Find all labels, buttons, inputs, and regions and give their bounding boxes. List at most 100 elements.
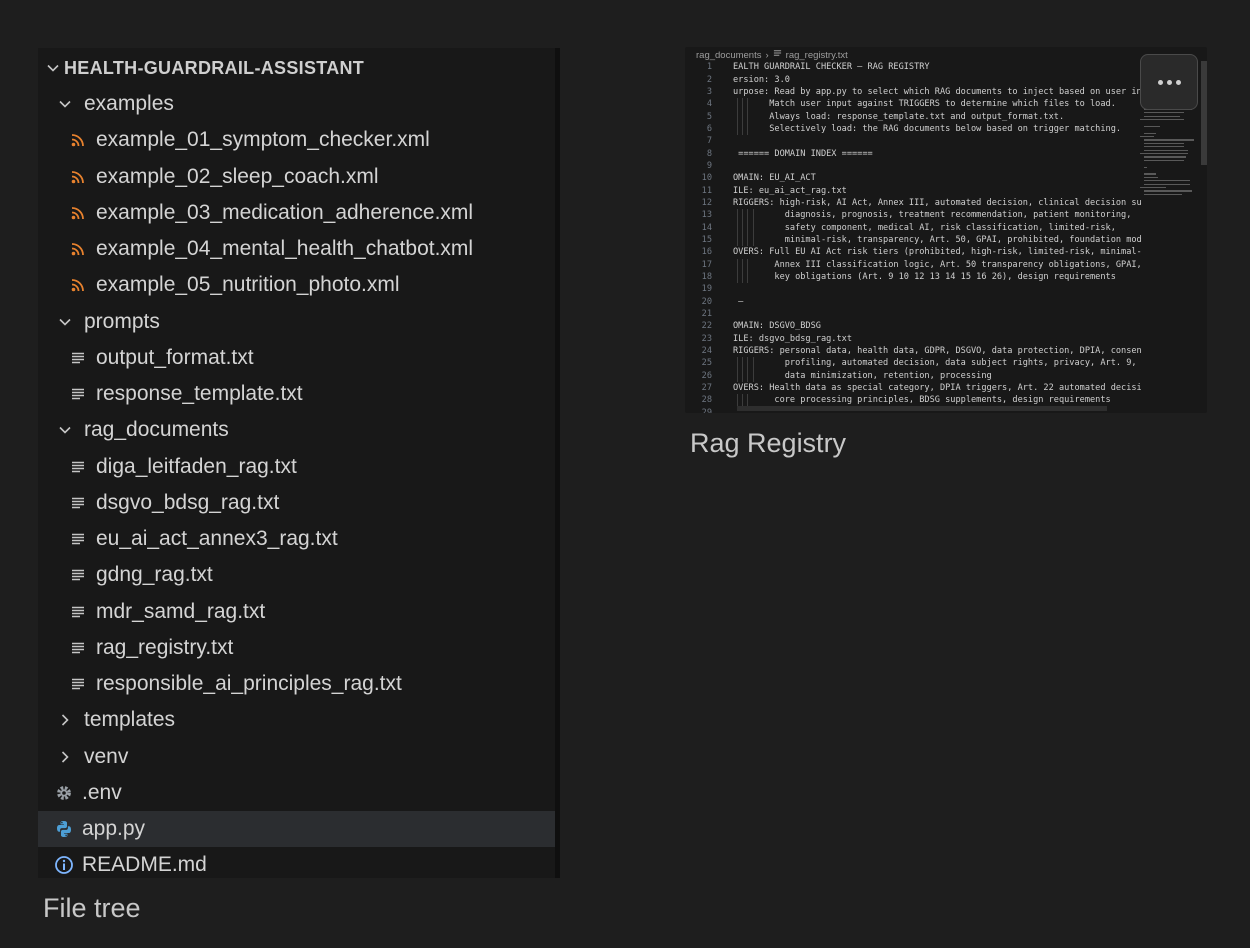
gear-icon <box>52 781 76 805</box>
explorer-root-header[interactable]: HEALTH-GUARDRAIL-ASSISTANT <box>38 50 555 86</box>
folder-prompts[interactable]: prompts <box>38 304 555 340</box>
line-text: RIGGERS: high-risk, AI Act, Annex III, a… <box>733 197 1141 208</box>
minimap-line <box>1144 159 1184 161</box>
code-line[interactable]: 10 OMAIN: EU_AI_ACT <box>685 172 1145 184</box>
code-line[interactable]: 5 Always load: response_template.txt and… <box>685 110 1145 123</box>
indent-guide <box>752 357 754 370</box>
file-example_05_nutrition_photo.xml[interactable]: example_05_nutrition_photo.xml <box>38 267 555 303</box>
code-editor[interactable]: 1 EALTH GUARDRAIL CHECKER — RAG REGISTRY 2… <box>685 61 1145 413</box>
chevron-down-icon[interactable] <box>54 96 76 112</box>
code-line[interactable]: 4 Match user input against TRIGGERS to d… <box>685 98 1145 111</box>
rss-xml-file-icon <box>66 165 90 189</box>
code-line[interactable]: 19 <box>685 283 1145 295</box>
file-responsible_ai_principles_rag.txt[interactable]: responsible_ai_principles_rag.txt <box>38 666 555 702</box>
line-text: key obligations (Art. 9 10 12 13 14 15 1… <box>733 272 1116 283</box>
file-eu_ai_act_annex3_rag.txt[interactable]: eu_ai_act_annex3_rag.txt <box>38 521 555 557</box>
line-number: 13 <box>701 210 712 221</box>
file-output_format.txt[interactable]: output_format.txt <box>38 340 555 376</box>
tree-item-label: gdng_rag.txt <box>96 563 213 587</box>
file-diga_leitfaden_rag.txt[interactable]: diga_leitfaden_rag.txt <box>38 449 555 485</box>
rag-registry-preview[interactable]: rag_documents › rag_registry.txt 1 EALTH … <box>685 47 1207 413</box>
code-line[interactable]: 2 ersion: 3.0 <box>685 73 1145 85</box>
breadcrumb-folder[interactable]: rag_documents <box>696 50 761 61</box>
code-line[interactable]: 9 <box>685 160 1145 172</box>
code-line[interactable]: 15 minimal-risk, transparency, Art. 50, … <box>685 233 1145 247</box>
chevron-down-icon[interactable] <box>42 60 64 76</box>
vertical-scrollbar[interactable] <box>1201 61 1207 165</box>
indent-guide <box>737 394 738 407</box>
line-text: ILE: dsgvo_bdsg_rag.txt <box>733 333 852 344</box>
file-.env[interactable]: .env <box>38 775 555 811</box>
line-text: diagnosis, prognosis, treatment recommen… <box>733 210 1132 221</box>
line-number: 3 <box>706 86 712 97</box>
code-line[interactable]: 22 OMAIN: DSGVO_BDSG <box>685 320 1145 332</box>
code-line[interactable]: 14 safety component, medical AI, risk cl… <box>685 221 1145 234</box>
file-dsgvo_bdsg_rag.txt[interactable]: dsgvo_bdsg_rag.txt <box>38 485 555 521</box>
more-actions-button[interactable] <box>1140 54 1198 110</box>
chevron-down-icon[interactable] <box>54 422 76 438</box>
minimap-line <box>1144 156 1186 158</box>
code-line[interactable]: 1 EALTH GUARDRAIL CHECKER — RAG REGISTRY <box>685 61 1145 73</box>
line-text: data minimization, retention, processing <box>733 370 992 381</box>
code-line[interactable]: 7 <box>685 135 1145 147</box>
code-line[interactable]: 8 ====== DOMAIN INDEX ====== <box>685 147 1145 159</box>
file-gdng_rag.txt[interactable]: gdng_rag.txt <box>38 557 555 593</box>
chevron-right-icon: › <box>765 49 769 61</box>
file-example_02_sleep_coach.xml[interactable]: example_02_sleep_coach.xml <box>38 159 555 195</box>
file-example_01_symptom_checker.xml[interactable]: example_01_symptom_checker.xml <box>38 122 555 158</box>
chevron-right-icon[interactable] <box>54 712 76 728</box>
indent-guide <box>747 369 749 382</box>
breadcrumb-file[interactable]: rag_registry.txt <box>786 50 848 61</box>
code-line[interactable]: 12 RIGGERS: high-risk, AI Act, Annex III,… <box>685 197 1145 209</box>
line-text: Always load: response_template.txt and o… <box>733 111 1065 122</box>
code-line[interactable]: 23 ILE: dsgvo_bdsg_rag.txt <box>685 333 1145 345</box>
chevron-right-icon[interactable] <box>54 749 76 765</box>
file-rag_registry.txt[interactable]: rag_registry.txt <box>38 630 555 666</box>
line-number: 16 <box>701 247 712 258</box>
text-file-icon <box>66 636 90 660</box>
file-example_03_medication_adherence.xml[interactable]: example_03_medication_adherence.xml <box>38 195 555 231</box>
code-line[interactable]: 16 OVERS: Full EU AI Act risk tiers (proh… <box>685 246 1145 258</box>
file-example_04_mental_health_chatbot.xml[interactable]: example_04_mental_health_chatbot.xml <box>38 231 555 267</box>
code-line[interactable]: 3 urpose: Read by app.py to select which … <box>685 86 1145 98</box>
folder-venv[interactable]: venv <box>38 739 555 775</box>
code-line[interactable]: 21 <box>685 308 1145 320</box>
code-line[interactable]: 17 Annex III classification logic, Art. … <box>685 258 1145 271</box>
code-line[interactable]: 26 data minimization, retention, process… <box>685 369 1145 382</box>
file-README.md[interactable]: README.md <box>38 847 555 878</box>
minimap-line <box>1144 125 1160 127</box>
line-number: 8 <box>706 148 712 159</box>
indent-guide <box>747 221 749 234</box>
indent-guide <box>747 233 749 247</box>
file-app.py[interactable]: app.py <box>38 811 555 847</box>
code-line[interactable]: 27 OVERS: Health data as special category… <box>685 382 1145 394</box>
code-line[interactable]: 6 Selectively load: the RAG documents be… <box>685 122 1145 136</box>
code-line[interactable]: 20 — <box>685 296 1145 308</box>
indent-guide <box>742 369 744 382</box>
indent-guide <box>742 98 744 111</box>
file-mdr_samd_rag.txt[interactable]: mdr_samd_rag.txt <box>38 594 555 630</box>
code-line[interactable]: 11 ILE: eu_ai_act_rag.txt <box>685 184 1145 196</box>
ellipsis-icon <box>1157 79 1163 85</box>
line-text: OVERS: Full EU AI Act risk tiers (prohib… <box>733 247 1141 258</box>
horizontal-scrollbar[interactable] <box>737 406 1107 411</box>
indent-guide <box>752 369 754 382</box>
minimap-line <box>1144 190 1192 192</box>
tree-item-label: rag_registry.txt <box>96 635 234 659</box>
line-text: EALTH GUARDRAIL CHECKER — RAG REGISTRY <box>733 62 930 73</box>
folder-rag_documents[interactable]: rag_documents <box>38 412 555 448</box>
chevron-down-icon[interactable] <box>54 314 76 330</box>
code-line[interactable]: 13 diagnosis, prognosis, treatment recom… <box>685 209 1145 222</box>
code-line[interactable]: 24 RIGGERS: personal data, health data, G… <box>685 345 1145 357</box>
minimap[interactable] <box>1140 102 1194 242</box>
folder-examples[interactable]: examples <box>38 86 555 122</box>
indent-guide <box>747 270 749 284</box>
code-line[interactable]: 25 profiling, automated decision, data s… <box>685 357 1145 370</box>
code-line[interactable]: 28 core processing principles, BDSG supp… <box>685 394 1145 407</box>
folder-templates[interactable]: templates <box>38 702 555 738</box>
code-line[interactable]: 18 key obligations (Art. 9 10 12 13 14 1… <box>685 270 1145 284</box>
tree-item-label: .env <box>82 780 122 804</box>
file-response_template.txt[interactable]: response_template.txt <box>38 376 555 412</box>
file-explorer: HEALTH-GUARDRAIL-ASSISTANT examples examp… <box>38 48 560 878</box>
line-number: 12 <box>701 197 712 208</box>
